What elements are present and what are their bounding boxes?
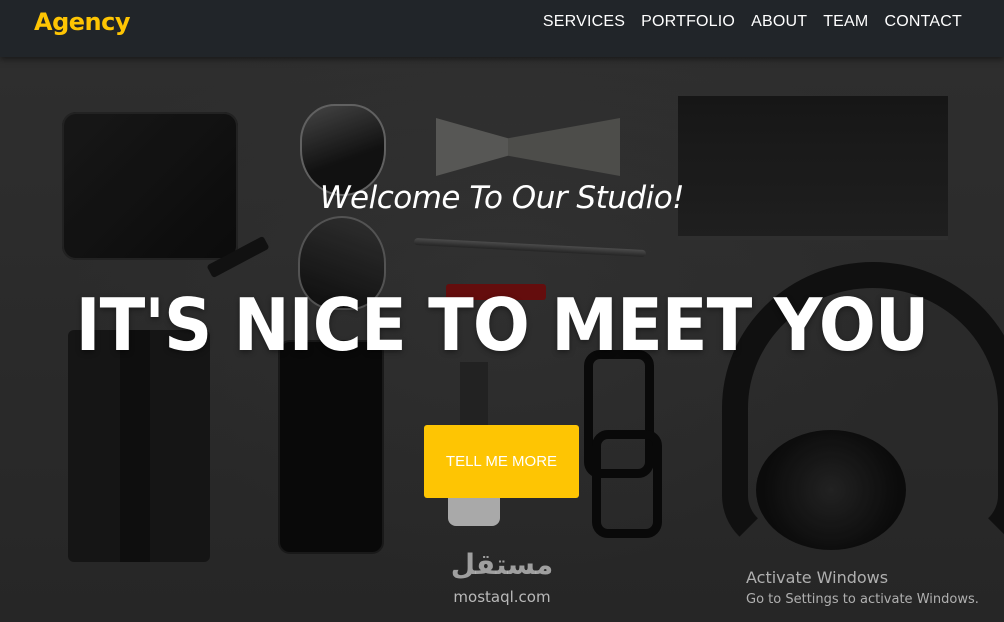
- nav-link-team[interactable]: TEAM: [823, 13, 868, 31]
- intro-heading: IT'S NICE TO MEET YOU: [75, 283, 930, 367]
- intro-lead-text: Welcome To Our Studio!: [319, 180, 685, 216]
- nav-link-services[interactable]: SERVICES: [543, 13, 625, 31]
- mostaql-watermark-domain: mostaql.com: [453, 588, 551, 606]
- page: Agency SERVICES PORTFOLIO ABOUT TEAM CON…: [0, 0, 1004, 622]
- mostaql-watermark-logo: مستقل: [450, 548, 554, 581]
- activate-windows-title: Activate Windows: [746, 568, 889, 587]
- nav-links: SERVICES PORTFOLIO ABOUT TEAM CONTACT: [543, 13, 962, 31]
- tell-me-more-button[interactable]: TELL ME MORE: [424, 425, 579, 498]
- nav-link-contact[interactable]: CONTACT: [884, 13, 962, 31]
- activate-windows-subtitle: Go to Settings to activate Windows.: [746, 592, 979, 607]
- nav-link-about[interactable]: ABOUT: [751, 13, 807, 31]
- brand-logo[interactable]: Agency: [34, 8, 131, 36]
- nav-link-portfolio[interactable]: PORTFOLIO: [641, 13, 735, 31]
- navbar: Agency SERVICES PORTFOLIO ABOUT TEAM CON…: [0, 0, 1004, 57]
